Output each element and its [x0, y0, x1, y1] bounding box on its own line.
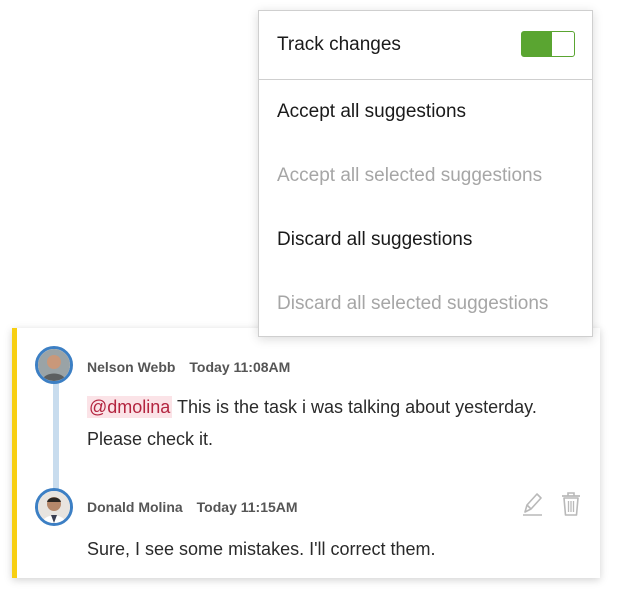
user-mention[interactable]: @dmolina — [87, 396, 173, 418]
comment-body: Sure, I see some mistakes. I'll correct … — [87, 533, 567, 565]
toggle-knob — [553, 34, 571, 54]
comment-author: Nelson Webb — [87, 359, 176, 375]
menu-item-discard-all[interactable]: Discard all suggestions — [259, 208, 592, 272]
track-changes-toggle[interactable] — [521, 31, 575, 57]
pencil-icon — [523, 493, 542, 516]
comment-timestamp: Today 11:08AM — [189, 359, 291, 375]
track-changes-menu: Track changes Accept all suggestions Acc… — [258, 10, 593, 337]
trash-icon — [562, 492, 580, 516]
comment-text: Sure, I see some mistakes. I'll correct … — [87, 539, 436, 559]
thread-connector — [53, 383, 59, 501]
menu-item-discard-selected[interactable]: Discard all selected suggestions — [259, 272, 592, 336]
menu-item-accept-selected[interactable]: Accept all selected suggestions — [259, 144, 592, 208]
edit-comment-button[interactable] — [520, 490, 544, 518]
comment-meta: Nelson Webb Today 11:08AM — [87, 359, 290, 375]
comment-body: @dmolina This is the task i was talking … — [87, 391, 557, 455]
menu-item-accept-all[interactable]: Accept all suggestions — [259, 80, 592, 144]
avatar-nelson-webb — [35, 346, 73, 384]
comment-timestamp: Today 11:15AM — [196, 499, 298, 515]
comment-meta: Donald Molina Today 11:15AM — [87, 499, 298, 515]
toggle-fill — [522, 32, 552, 56]
avatar-donald-molina — [35, 488, 73, 526]
delete-comment-button[interactable] — [559, 490, 583, 518]
track-changes-row: Track changes — [259, 11, 592, 80]
comment-thread: Nelson Webb Today 11:08AM @dmolina This i… — [12, 328, 600, 578]
comment-author: Donald Molina — [87, 499, 183, 515]
track-changes-label: Track changes — [277, 34, 401, 55]
